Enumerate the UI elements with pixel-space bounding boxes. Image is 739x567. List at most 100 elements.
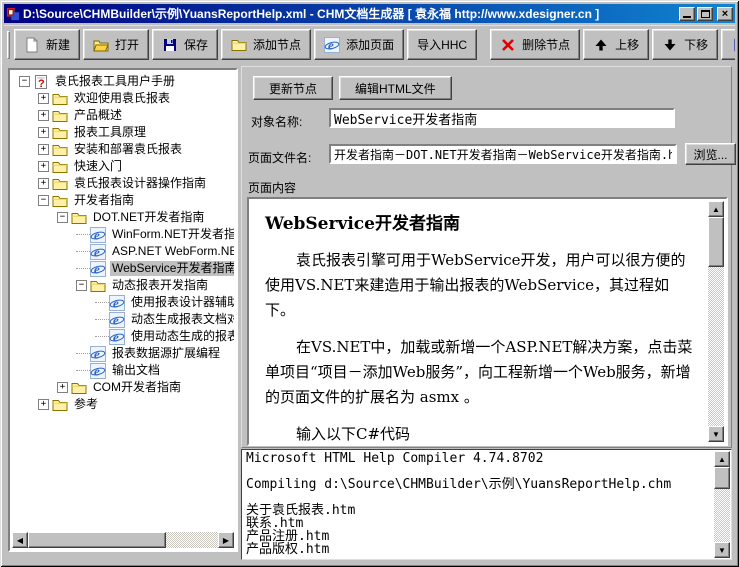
folder-icon xyxy=(90,278,106,294)
tree-item[interactable]: − 动态报表开发指南 xyxy=(12,277,234,294)
expand-plus-icon[interactable]: + xyxy=(57,382,68,393)
folder-icon xyxy=(52,108,68,124)
tree-item[interactable]: e使用报表设计器辅助动态报表开发 xyxy=(12,294,234,311)
tree-item[interactable]: + 产品概述 xyxy=(12,107,234,124)
tree-item[interactable]: + 袁氏报表设计器操作指南 xyxy=(12,175,234,192)
tree-item-label[interactable]: 袁氏报表设计器操作指南 xyxy=(72,176,208,191)
tree-item-label[interactable]: 报表数据源扩展编程 xyxy=(110,346,222,361)
save-button[interactable]: 保存 xyxy=(152,29,218,60)
tree-item-label[interactable]: 快速入门 xyxy=(72,159,124,174)
ie-page-icon: e xyxy=(109,329,125,345)
edit-html-button[interactable]: 编辑HTML文件 xyxy=(339,76,452,100)
tree-item[interactable]: eASP.NET WebForm.NET 开发者指南 xyxy=(12,243,234,260)
tree-item[interactable]: e 输出文档 xyxy=(12,362,234,379)
svg-text:e: e xyxy=(94,363,100,378)
tree-item-label[interactable]: 动态生成报表文档对象 xyxy=(129,312,234,327)
output-vertical-scrollbar[interactable]: ▲ ▼ xyxy=(714,451,730,558)
scroll-down-icon[interactable]: ▼ xyxy=(708,426,724,442)
add-page-button[interactable]: e添加页面 xyxy=(314,29,404,60)
tree-item[interactable]: + COM开发者指南 xyxy=(12,379,234,396)
expand-plus-icon[interactable]: + xyxy=(38,127,49,138)
tree-item[interactable]: − DOT.NET开发者指南 xyxy=(12,209,234,226)
collapse-minus-icon[interactable]: − xyxy=(38,195,49,206)
close-button[interactable]: × xyxy=(717,7,733,21)
tree-horizontal-scrollbar[interactable]: ◀ ▶ xyxy=(12,532,234,548)
tree-item-label[interactable]: 产品概述 xyxy=(72,108,124,123)
scroll-up-icon[interactable]: ▲ xyxy=(714,451,730,467)
scroll-up-icon[interactable]: ▲ xyxy=(708,201,724,217)
tree-item[interactable]: + 参考 xyxy=(12,396,234,413)
tree-item[interactable]: e报表数据源扩展编程 xyxy=(12,345,234,362)
expand-plus-icon[interactable]: + xyxy=(38,144,49,155)
preview-vertical-scrollbar[interactable]: ▲ ▼ xyxy=(708,201,724,442)
move-down-button[interactable]: 下移 xyxy=(652,29,718,60)
preview-paragraph: 袁氏报表引擎可用于WebService开发，用户可以很方便的使用VS.NET来建… xyxy=(265,248,696,323)
scrollbar-thumb[interactable] xyxy=(28,532,166,548)
page-content-preview: WebService开发者指南 袁氏报表引擎可用于WebService开发，用户… xyxy=(247,197,728,446)
tree-item-label[interactable]: 使用动态生成的报表文档 xyxy=(129,329,234,344)
app-window: D:\Source\CHMBuilder\示例\YuansReportHelp.… xyxy=(0,0,739,567)
tree-item-label[interactable]: ASP.NET WebForm.NET 开发者指南 xyxy=(110,244,234,259)
scrollbar-thumb[interactable] xyxy=(708,217,724,267)
open-button[interactable]: 打开 xyxy=(83,29,149,60)
add-node-button[interactable]: 添加节点 xyxy=(221,29,311,60)
expand-plus-icon[interactable]: + xyxy=(38,178,49,189)
expand-plus-icon[interactable]: + xyxy=(38,161,49,172)
page-file-input[interactable] xyxy=(329,144,677,164)
tree-item-label[interactable]: DOT.NET开发者指南 xyxy=(91,210,206,225)
expand-plus-icon[interactable]: + xyxy=(38,399,49,410)
tree-item[interactable]: −?袁氏报表工具用户手册 xyxy=(12,73,234,90)
tree-item[interactable]: − 开发者指南 xyxy=(12,192,234,209)
scrollbar-thumb[interactable] xyxy=(714,467,730,489)
compiler-output-text[interactable]: Microsoft HTML Help Compiler 4.74.8702 C… xyxy=(246,452,711,557)
browse-button[interactable]: 浏览... xyxy=(685,143,736,165)
toolbar-grip[interactable] xyxy=(7,31,10,59)
scrollbar-track[interactable] xyxy=(166,532,218,548)
toolbar-button-label: 打开 xyxy=(115,36,139,53)
expand-plus-icon[interactable]: + xyxy=(38,93,49,104)
collapse-minus-icon[interactable]: − xyxy=(57,212,68,223)
expand-plus-icon[interactable]: + xyxy=(38,110,49,121)
tree-item-label[interactable]: 动态报表开发指南 xyxy=(110,278,210,293)
tree-item-label[interactable]: WinForm.NET开发者指南 xyxy=(110,227,234,242)
tree-item[interactable]: e动态生成报表文档对象 xyxy=(12,311,234,328)
toc-tree: −?袁氏报表工具用户手册 + 欢迎使用袁氏报表 + 产品概述 + 报表工具原理 + 安装和部署袁… xyxy=(12,73,234,531)
tree-item-label[interactable]: 使用报表设计器辅助动态报表开发 xyxy=(129,295,234,310)
preview-document[interactable]: WebService开发者指南 袁氏报表引擎可用于WebService开发，用户… xyxy=(251,201,708,442)
app-icon xyxy=(6,7,20,21)
tree-item[interactable]: + 安装和部署袁氏报表 xyxy=(12,141,234,158)
tree-item[interactable]: eWinForm.NET开发者指南 xyxy=(12,226,234,243)
maximize-button[interactable] xyxy=(697,7,713,21)
tree-item-label[interactable]: 输出文档 xyxy=(110,363,162,378)
tree-item[interactable]: + 欢迎使用袁氏报表 xyxy=(12,90,234,107)
tree-item[interactable]: + 报表工具原理 xyxy=(12,124,234,141)
tree-item-label[interactable]: 安装和部署袁氏报表 xyxy=(72,142,184,157)
scroll-down-icon[interactable]: ▼ xyxy=(714,542,730,558)
minimize-button[interactable] xyxy=(679,7,695,21)
tree-item-label[interactable]: 开发者指南 xyxy=(72,193,136,208)
tree-item-label[interactable]: 袁氏报表工具用户手册 xyxy=(53,74,177,89)
collapse-minus-icon[interactable]: − xyxy=(76,280,87,291)
tree-item-label[interactable]: 参考 xyxy=(72,397,100,412)
compile-button[interactable]: 编译 xyxy=(721,29,735,60)
move-up-button[interactable]: 上移 xyxy=(583,29,649,60)
tree-item[interactable]: e 使用动态生成的报表文档 xyxy=(12,328,234,345)
tree-item[interactable]: + 快速入门 xyxy=(12,158,234,175)
scroll-left-icon[interactable]: ◀ xyxy=(12,532,28,548)
object-name-input[interactable] xyxy=(329,108,675,128)
tree-item-label[interactable]: 欢迎使用袁氏报表 xyxy=(72,91,172,106)
tree-item[interactable]: eWebService开发者指南 xyxy=(12,260,234,277)
tree-item-label-selected[interactable]: WebService开发者指南 xyxy=(110,261,234,276)
collapse-minus-icon[interactable]: − xyxy=(19,76,30,87)
new-button[interactable]: 新建 xyxy=(14,29,80,60)
import-hhc-button[interactable]: 导入HHC xyxy=(407,29,477,60)
window-controls: × xyxy=(679,7,733,21)
delete-node-button[interactable]: 删除节点 xyxy=(490,29,580,60)
tree-item-label[interactable]: COM开发者指南 xyxy=(91,380,183,395)
folder-icon xyxy=(52,159,68,175)
update-node-button[interactable]: 更新节点 xyxy=(253,76,333,100)
scroll-right-icon[interactable]: ▶ xyxy=(218,532,234,548)
tree-item-label[interactable]: 报表工具原理 xyxy=(72,125,148,140)
title-bar[interactable]: D:\Source\CHMBuilder\示例\YuansReportHelp.… xyxy=(4,4,735,23)
toc-tree-panel: −?袁氏报表工具用户手册 + 欢迎使用袁氏报表 + 产品概述 + 报表工具原理 + 安装和部署袁… xyxy=(8,68,238,552)
